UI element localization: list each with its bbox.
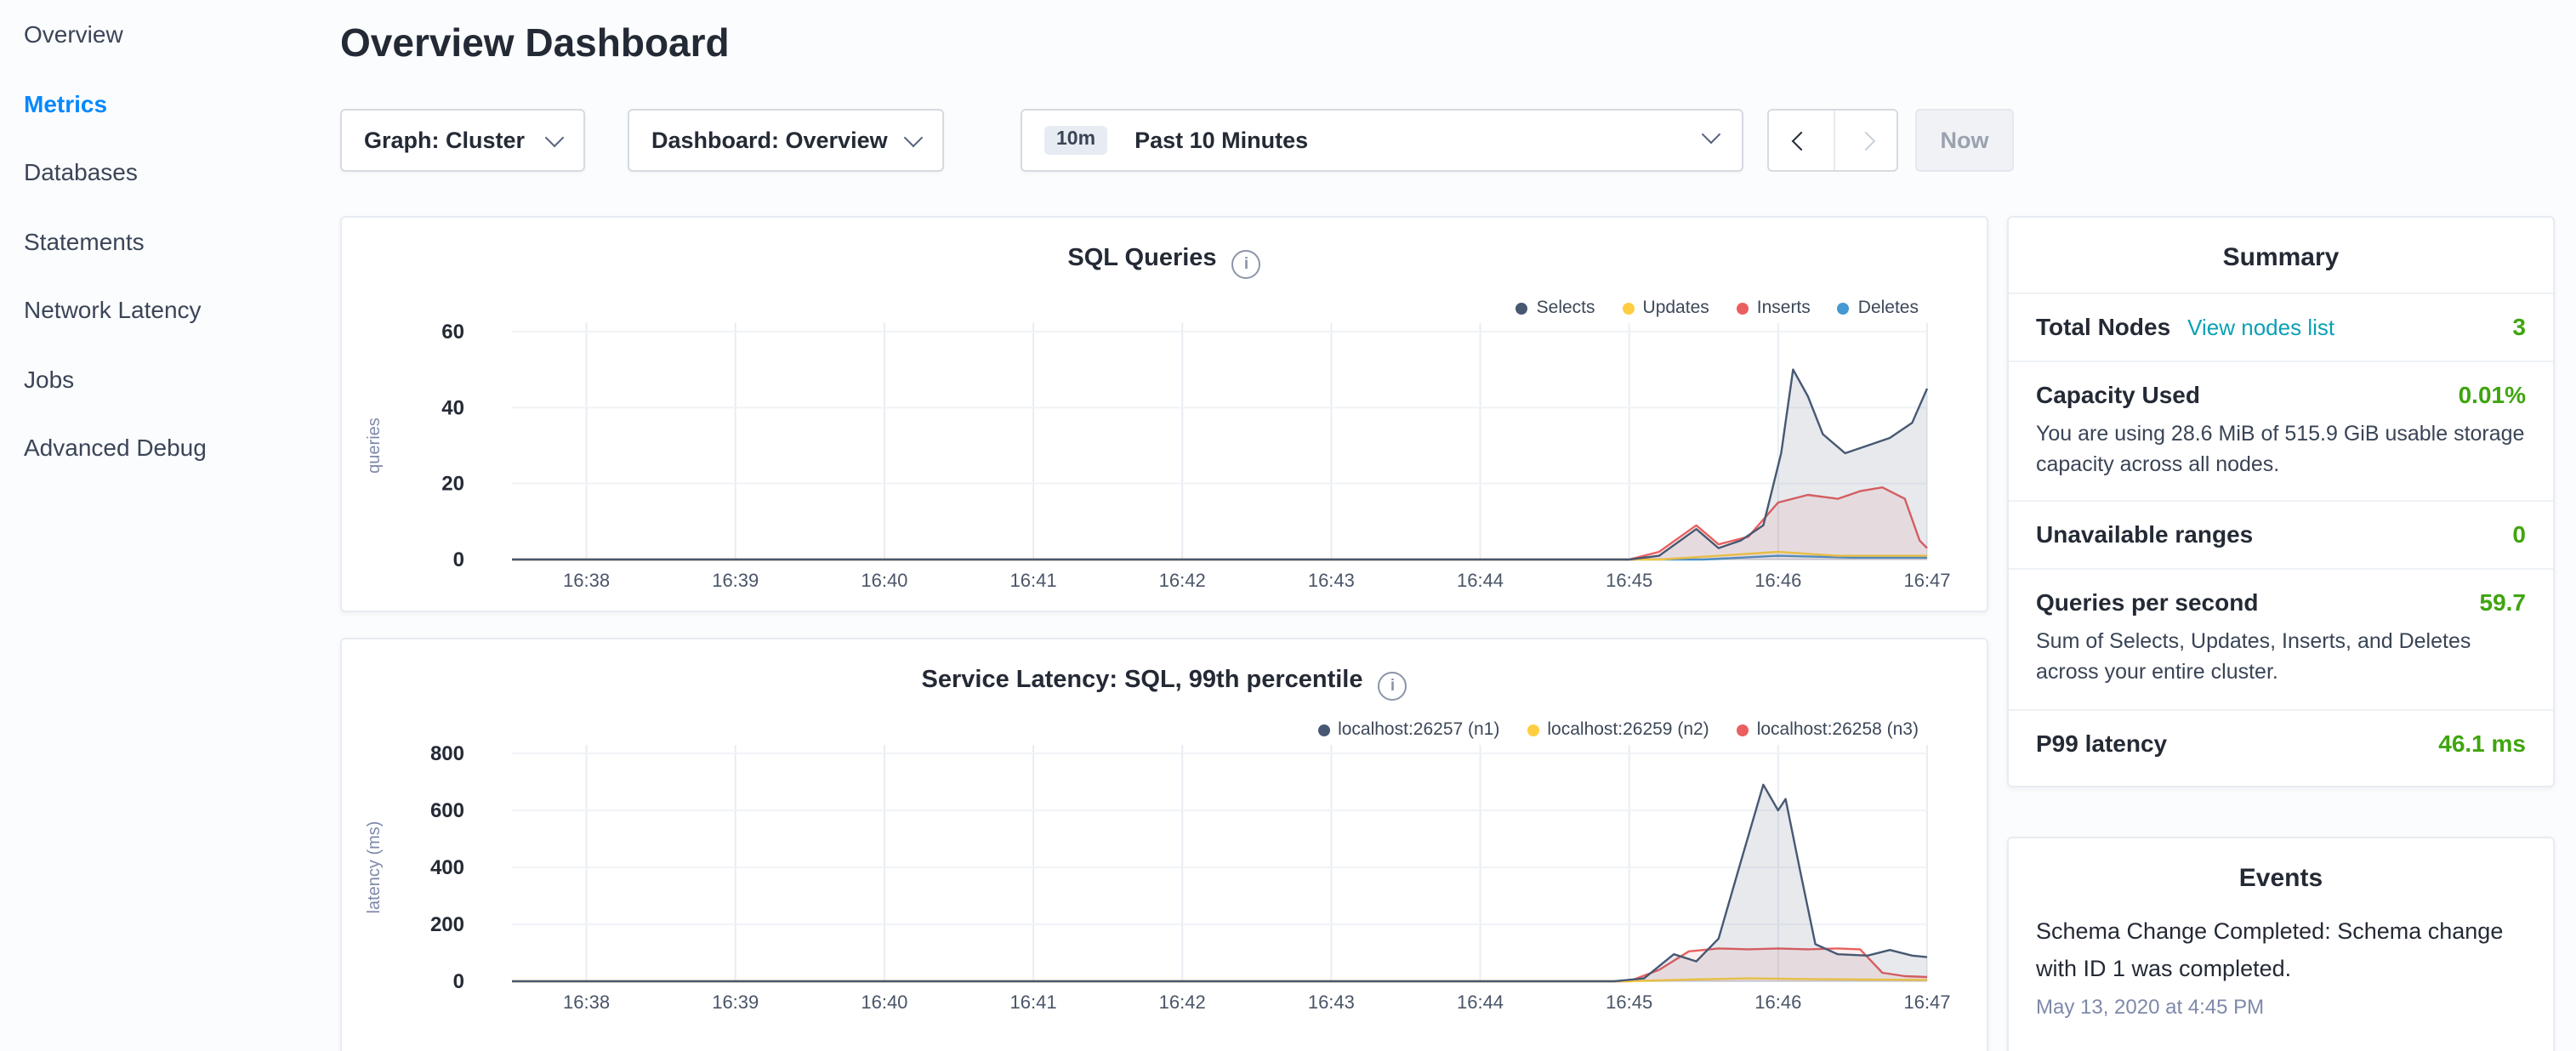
x-tick-label: 16:42 bbox=[1159, 570, 1206, 591]
y-tick-label: 0 bbox=[453, 970, 464, 993]
dashboard-dropdown[interactable]: Dashboard: Overview bbox=[628, 109, 944, 172]
service-latency-chart-panel: Service Latency: SQL, 99th percentilei l… bbox=[340, 638, 1988, 1051]
view-nodes-list-link[interactable]: View nodes list bbox=[2187, 315, 2334, 340]
x-tick-label: 16:38 bbox=[563, 570, 610, 591]
x-tick-label: 16:38 bbox=[563, 991, 610, 1013]
y-axis-label: queries bbox=[365, 418, 384, 474]
x-tick-label: 16:44 bbox=[1457, 570, 1504, 591]
chevron-down-icon bbox=[545, 128, 565, 147]
x-tick-label: 16:42 bbox=[1159, 991, 1206, 1013]
y-tick-label: 400 bbox=[430, 856, 464, 879]
summary-panel: Summary Total Nodes View nodes list 3 Ca… bbox=[2007, 216, 2555, 787]
time-pager bbox=[1767, 109, 1898, 172]
x-tick-label: 16:43 bbox=[1308, 991, 1355, 1013]
sidebar-item-databases[interactable]: Databases bbox=[0, 138, 340, 207]
y-tick-label: 20 bbox=[441, 473, 464, 496]
p99-latency-value: 46.1 ms bbox=[2438, 729, 2526, 756]
x-tick-label: 16:39 bbox=[712, 570, 759, 591]
x-tick-label: 16:41 bbox=[1010, 570, 1057, 591]
graph-dropdown[interactable]: Graph: Cluster bbox=[340, 109, 585, 172]
x-tick-label: 16:47 bbox=[1903, 570, 1950, 591]
total-nodes-value: 3 bbox=[2512, 313, 2526, 340]
sidebar-item-network-latency[interactable]: Network Latency bbox=[0, 276, 340, 344]
unavailable-ranges-value: 0 bbox=[2512, 521, 2526, 548]
x-tick-label: 16:45 bbox=[1606, 570, 1652, 591]
qps-value: 59.7 bbox=[2480, 589, 2527, 616]
graph-dropdown-label: Graph: Cluster bbox=[364, 128, 525, 153]
time-next-button[interactable] bbox=[1833, 111, 1896, 170]
sql-queries-chart-panel: SQL Queriesi SelectsUpdatesInsertsDelete… bbox=[340, 216, 1988, 612]
x-tick-label: 16:43 bbox=[1308, 570, 1355, 591]
sidebar-item-advanced-debug[interactable]: Advanced Debug bbox=[0, 413, 340, 482]
x-tick-label: 16:47 bbox=[1903, 991, 1950, 1013]
x-tick-label: 16:46 bbox=[1754, 991, 1801, 1013]
event-item-text[interactable]: Schema Change Completed: Schema change w… bbox=[2009, 913, 2553, 986]
chevron-down-icon bbox=[904, 128, 924, 147]
x-tick-label: 16:39 bbox=[712, 991, 759, 1013]
capacity-used-value: 0.01% bbox=[2459, 381, 2526, 408]
page-title: Overview Dashboard bbox=[340, 20, 730, 66]
sidebar-item-metrics[interactable]: Metrics bbox=[0, 69, 340, 138]
unavailable-ranges-label: Unavailable ranges bbox=[2036, 521, 2253, 548]
p99-latency-label: P99 latency bbox=[2036, 729, 2167, 756]
series-line bbox=[512, 370, 1927, 560]
sidebar: Overview Metrics Databases Statements Ne… bbox=[0, 0, 340, 1051]
x-tick-label: 16:40 bbox=[861, 570, 907, 591]
summary-row-total-nodes: Total Nodes View nodes list 3 bbox=[2009, 293, 2553, 361]
x-tick-label: 16:46 bbox=[1754, 570, 1801, 591]
total-nodes-label: Total Nodes bbox=[2036, 313, 2170, 340]
y-axis-label: latency (ms) bbox=[365, 821, 384, 914]
y-tick-label: 60 bbox=[441, 321, 464, 344]
x-tick-label: 16:41 bbox=[1010, 991, 1057, 1013]
x-tick-label: 16:45 bbox=[1606, 991, 1652, 1013]
qps-label: Queries per second bbox=[2036, 589, 2258, 616]
y-tick-label: 800 bbox=[430, 742, 464, 765]
chevron-down-icon bbox=[1702, 125, 1721, 145]
series-area bbox=[512, 370, 1927, 560]
dashboard-dropdown-label: Dashboard: Overview bbox=[651, 128, 888, 153]
chevron-left-icon bbox=[1791, 131, 1811, 151]
sidebar-item-jobs[interactable]: Jobs bbox=[0, 344, 340, 413]
time-range-selector[interactable]: 10m Past 10 Minutes bbox=[1021, 109, 1743, 172]
events-title: Events bbox=[2009, 838, 2553, 913]
sql-queries-chart[interactable]: 16:38 16:39 16:40 16:41 16:42 16:43 16:44 16:45… bbox=[342, 218, 1988, 612]
now-button[interactable]: Now bbox=[1915, 109, 2014, 172]
x-tick-label: 16:40 bbox=[861, 991, 907, 1013]
capacity-used-label: Capacity Used bbox=[2036, 381, 2200, 408]
series-area bbox=[512, 785, 1927, 981]
y-tick-label: 200 bbox=[430, 913, 464, 936]
sidebar-item-overview[interactable]: Overview bbox=[0, 0, 340, 69]
summary-row-capacity: Capacity Used 0.01% You are using 28.6 M… bbox=[2009, 361, 2553, 501]
service-latency-chart[interactable]: 16:38 16:39 16:40 16:41 16:42 16:43 16:44 16:45… bbox=[342, 639, 1988, 1036]
y-tick-label: 40 bbox=[441, 396, 464, 419]
chevron-right-icon bbox=[1856, 131, 1875, 151]
summary-row-unavailable-ranges: Unavailable ranges 0 bbox=[2009, 501, 2553, 569]
y-tick-label: 0 bbox=[453, 548, 464, 571]
y-tick-label: 600 bbox=[430, 799, 464, 822]
x-tick-label: 16:44 bbox=[1457, 991, 1504, 1013]
app-screen: Overview Metrics Databases Statements Ne… bbox=[0, 0, 2576, 1051]
summary-title: Summary bbox=[2009, 218, 2553, 293]
event-item-timestamp: May 13, 2020 at 4:45 PM bbox=[2009, 986, 2553, 1019]
time-prev-button[interactable] bbox=[1769, 111, 1833, 170]
time-range-label: Past 10 Minutes bbox=[1134, 128, 1308, 153]
capacity-used-description: You are using 28.6 MiB of 515.9 GiB usab… bbox=[2036, 418, 2526, 480]
qps-description: Sum of Selects, Updates, Inserts, and De… bbox=[2036, 627, 2526, 689]
summary-row-qps: Queries per second 59.7 Sum of Selects, … bbox=[2009, 569, 2553, 709]
sidebar-item-statements[interactable]: Statements bbox=[0, 207, 340, 276]
summary-row-p99-latency: P99 latency 46.1 ms bbox=[2009, 708, 2553, 776]
events-panel: Events Schema Change Completed: Schema c… bbox=[2007, 837, 2555, 1051]
time-range-badge: 10m bbox=[1044, 126, 1107, 156]
